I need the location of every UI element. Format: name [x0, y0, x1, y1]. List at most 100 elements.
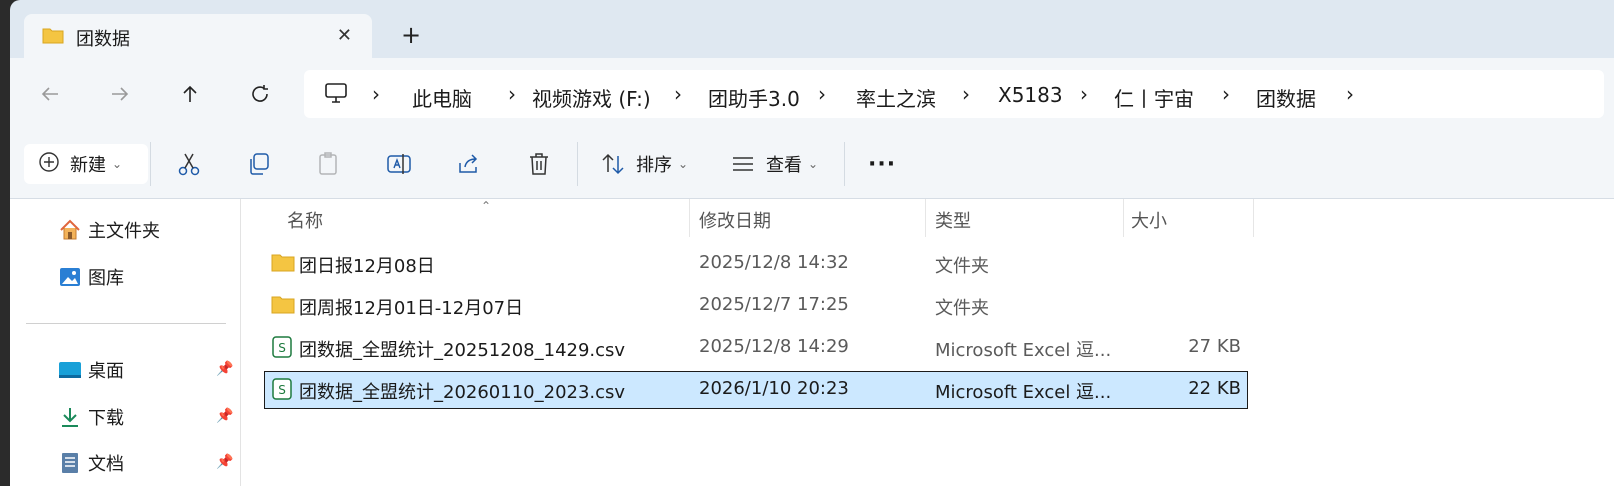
computer-icon: [324, 82, 348, 108]
file-name: 团数据_全盟统计_20251208_1429.csv: [299, 340, 626, 361]
file-name: 团日报12月08日: [299, 256, 435, 277]
navigation-bar: › 此电脑 › 视频游戏 (F:) › 团助手3.0 › 率土之滨 › X518…: [10, 58, 1614, 130]
folder-icon: [271, 252, 295, 276]
column-header-name[interactable]: 名称: [287, 207, 323, 233]
file-date: 2025/12/7 17:25: [699, 294, 849, 315]
file-type: Microsoft Excel 逗...: [935, 382, 1112, 403]
chevron-down-icon: ⌄: [808, 157, 819, 171]
sidebar-item-label: 文档: [88, 454, 124, 475]
sidebar-item-label: 主文件夹: [88, 221, 160, 242]
new-tab-button[interactable]: +: [394, 18, 428, 52]
sort-label: 排序: [636, 155, 672, 176]
pin-icon[interactable]: 📌: [216, 408, 233, 424]
file-date: 2025/12/8 14:29: [699, 336, 849, 357]
file-type: Microsoft Excel 逗...: [935, 340, 1112, 361]
close-icon[interactable]: ✕: [337, 25, 352, 46]
copy-icon: [250, 153, 269, 175]
gallery-icon: [58, 265, 82, 289]
sidebar-item-label: 下载: [88, 408, 124, 429]
content-area: 主文件夹 图库 桌面 📌 下载 📌 文档 📌 ⌃ 名称 修改日期 类型 大小 团…: [10, 199, 1614, 486]
refresh-icon: [252, 85, 268, 102]
breadcrumb-separator: ›: [818, 82, 826, 106]
column-divider[interactable]: [689, 199, 690, 237]
sidebar-item-label: 图库: [88, 268, 124, 289]
copy-button[interactable]: [246, 144, 272, 184]
breadcrumb-separator: ›: [1080, 82, 1088, 106]
view-label: 查看: [766, 155, 802, 176]
share-button[interactable]: [456, 144, 482, 184]
breadcrumb-separator: ›: [508, 82, 516, 106]
divider: [844, 142, 845, 186]
breadcrumb-server[interactable]: X5183: [998, 83, 1063, 107]
file-row-selected[interactable]: S 团数据_全盟统计_20260110_2023.csv 2026/1/10 2…: [264, 371, 1248, 409]
file-date: 2026/1/10 20:23: [699, 378, 849, 399]
address-bar[interactable]: › 此电脑 › 视频游戏 (F:) › 团助手3.0 › 率土之滨 › X518…: [304, 70, 1604, 118]
delete-button[interactable]: [526, 144, 552, 184]
refresh-button[interactable]: [242, 76, 278, 112]
csv-icon: S: [271, 336, 293, 362]
file-name: 团周报12月01日-12月07日: [299, 298, 524, 319]
breadcrumb-separator: ›: [674, 82, 682, 106]
column-divider[interactable]: [925, 199, 926, 237]
new-button[interactable]: 新建 ⌄: [24, 144, 148, 184]
trash-icon: [530, 153, 548, 175]
sidebar-item-label: 桌面: [88, 361, 124, 382]
breadcrumb-alliance[interactable]: 仁丨宇宙: [1114, 83, 1194, 112]
share-icon: [459, 154, 478, 173]
file-list: ⌃ 名称 修改日期 类型 大小 团日报12月08日 2025/12/8 14:3…: [241, 199, 1614, 486]
file-row[interactable]: 团周报12月01日-12月07日 2025/12/7 17:25 文件夹: [265, 288, 1247, 324]
chevron-down-icon: ⌄: [112, 157, 123, 171]
sidebar-item-home[interactable]: 主文件夹: [58, 215, 160, 245]
breadcrumb-separator: ›: [372, 82, 380, 106]
rename-button[interactable]: [386, 144, 412, 184]
file-type: 文件夹: [935, 298, 989, 319]
rename-icon: [387, 154, 411, 174]
new-button-label: 新建: [70, 155, 106, 176]
forward-button[interactable]: [102, 76, 138, 112]
breadcrumb-drive-f[interactable]: 视频游戏 (F:): [532, 83, 651, 112]
sidebar-item-documents[interactable]: 文档: [58, 448, 124, 478]
more-options-button[interactable]: ···: [868, 144, 896, 184]
back-button[interactable]: [32, 76, 68, 112]
sort-ascending-icon: ⌃: [481, 199, 492, 213]
desktop-icon: [58, 358, 82, 382]
file-size: 22 KB: [1188, 378, 1241, 399]
column-divider[interactable]: [1123, 199, 1124, 237]
folder-icon: [271, 294, 295, 318]
breadcrumb-tuanzhushou[interactable]: 团助手3.0: [708, 83, 800, 112]
csv-icon: S: [271, 378, 293, 404]
pin-icon[interactable]: 📌: [216, 361, 233, 377]
paste-button[interactable]: [316, 144, 342, 184]
column-header-type[interactable]: 类型: [935, 207, 971, 233]
breadcrumb-current[interactable]: 团数据: [1256, 83, 1316, 112]
sort-icon: [602, 153, 624, 175]
up-button[interactable]: [172, 76, 208, 112]
breadcrumb-game[interactable]: 率土之滨: [856, 83, 936, 112]
cut-button[interactable]: [176, 144, 202, 184]
breadcrumb-this-pc[interactable]: 此电脑: [412, 83, 472, 112]
svg-text:S: S: [278, 341, 286, 355]
folder-icon: [42, 26, 64, 48]
pin-icon[interactable]: 📌: [216, 454, 233, 470]
tab-current[interactable]: 团数据 ✕: [24, 14, 372, 58]
divider: [577, 142, 578, 186]
sidebar-divider: [26, 323, 226, 324]
breadcrumb-separator: ›: [1346, 82, 1354, 106]
file-name: 团数据_全盟统计_20260110_2023.csv: [299, 382, 626, 403]
sidebar-item-downloads[interactable]: 下载: [58, 402, 124, 432]
svg-text:S: S: [278, 383, 286, 397]
sidebar-item-desktop[interactable]: 桌面: [58, 355, 124, 385]
view-button[interactable]: 查看 ⌄: [730, 144, 818, 184]
column-header-size[interactable]: 大小: [1131, 207, 1167, 233]
file-row[interactable]: S 团数据_全盟统计_20251208_1429.csv 2025/12/8 1…: [265, 330, 1247, 366]
sidebar-item-gallery[interactable]: 图库: [58, 262, 124, 292]
file-size: 27 KB: [1188, 336, 1241, 357]
sort-button[interactable]: 排序 ⌄: [600, 144, 688, 184]
file-row[interactable]: 团日报12月08日 2025/12/8 14:32 文件夹: [265, 246, 1247, 282]
plus-circle-icon: [38, 151, 60, 177]
column-divider[interactable]: [1253, 199, 1254, 237]
arrow-up-icon: [183, 85, 197, 102]
column-header-date[interactable]: 修改日期: [699, 207, 771, 233]
document-icon: [58, 451, 82, 475]
arrow-left-icon: [41, 87, 58, 101]
